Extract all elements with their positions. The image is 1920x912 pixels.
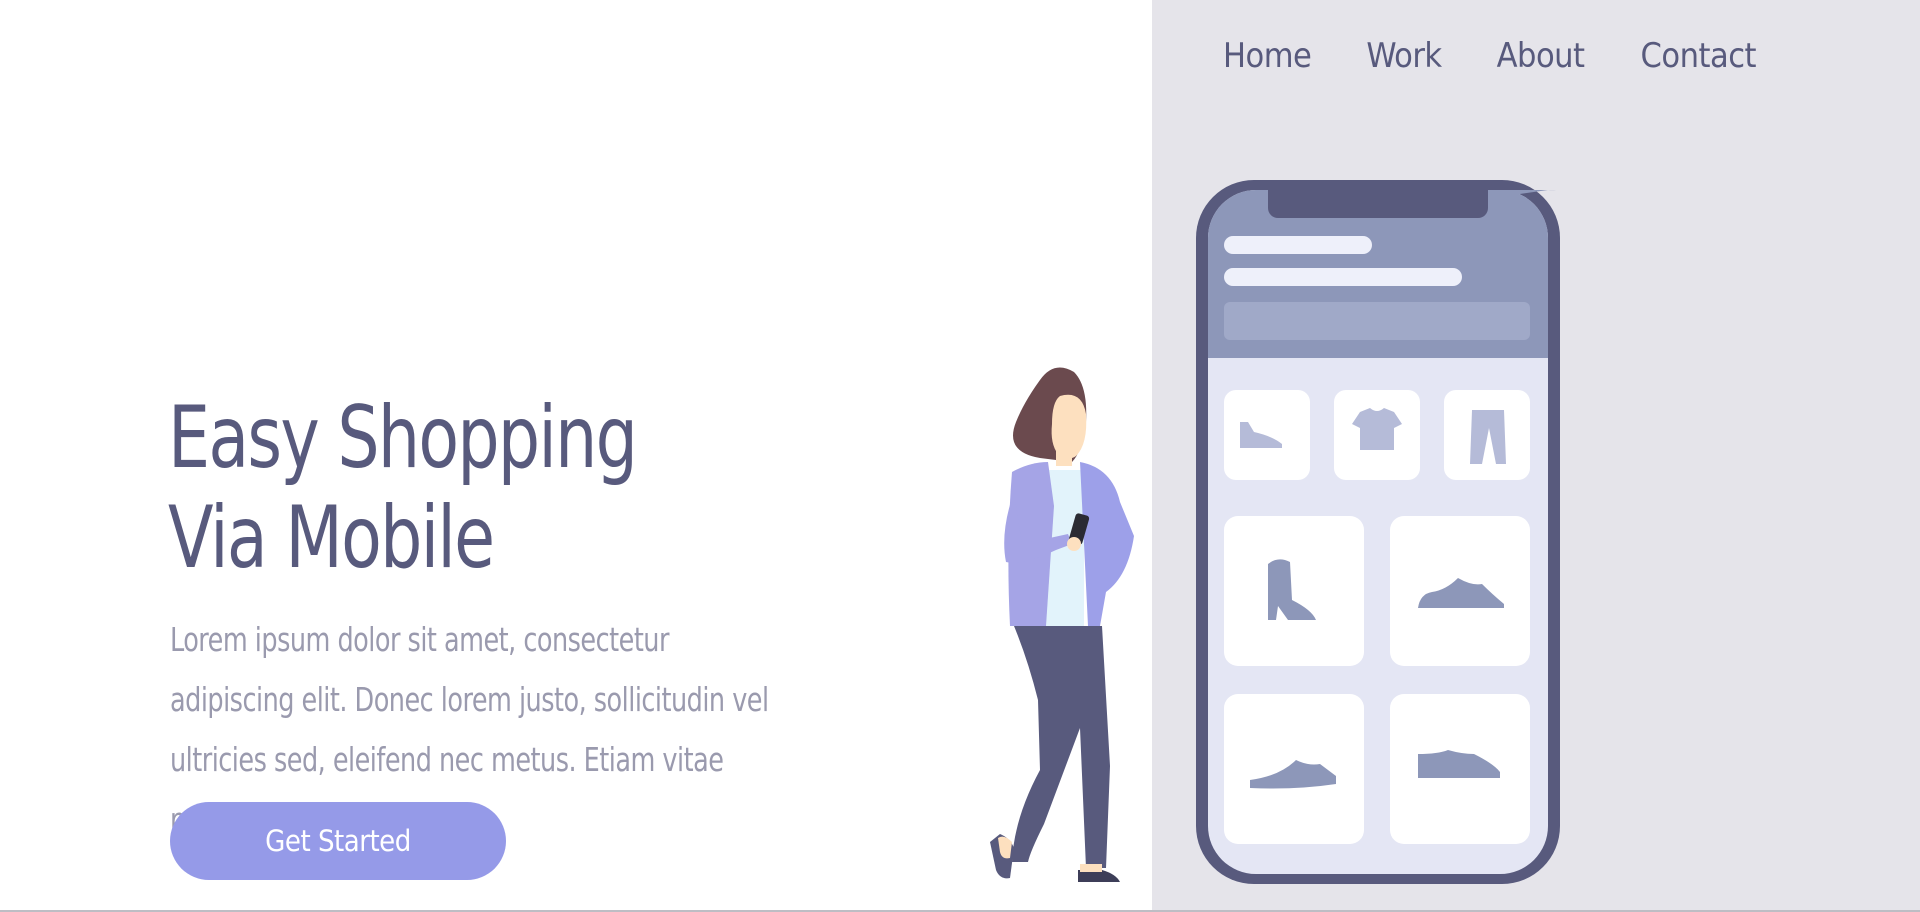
shoe-icon bbox=[1224, 390, 1310, 480]
phone-illustration bbox=[1196, 180, 1560, 884]
sneaker-icon bbox=[1390, 516, 1530, 666]
sneaker-icon bbox=[1224, 694, 1364, 844]
hero-illustration bbox=[990, 180, 1560, 884]
tshirt-icon bbox=[1334, 390, 1420, 480]
boot-icon bbox=[1224, 516, 1364, 666]
woman-figure bbox=[990, 367, 1134, 882]
pants-icon bbox=[1444, 390, 1530, 480]
sneaker-icon bbox=[1390, 694, 1530, 844]
